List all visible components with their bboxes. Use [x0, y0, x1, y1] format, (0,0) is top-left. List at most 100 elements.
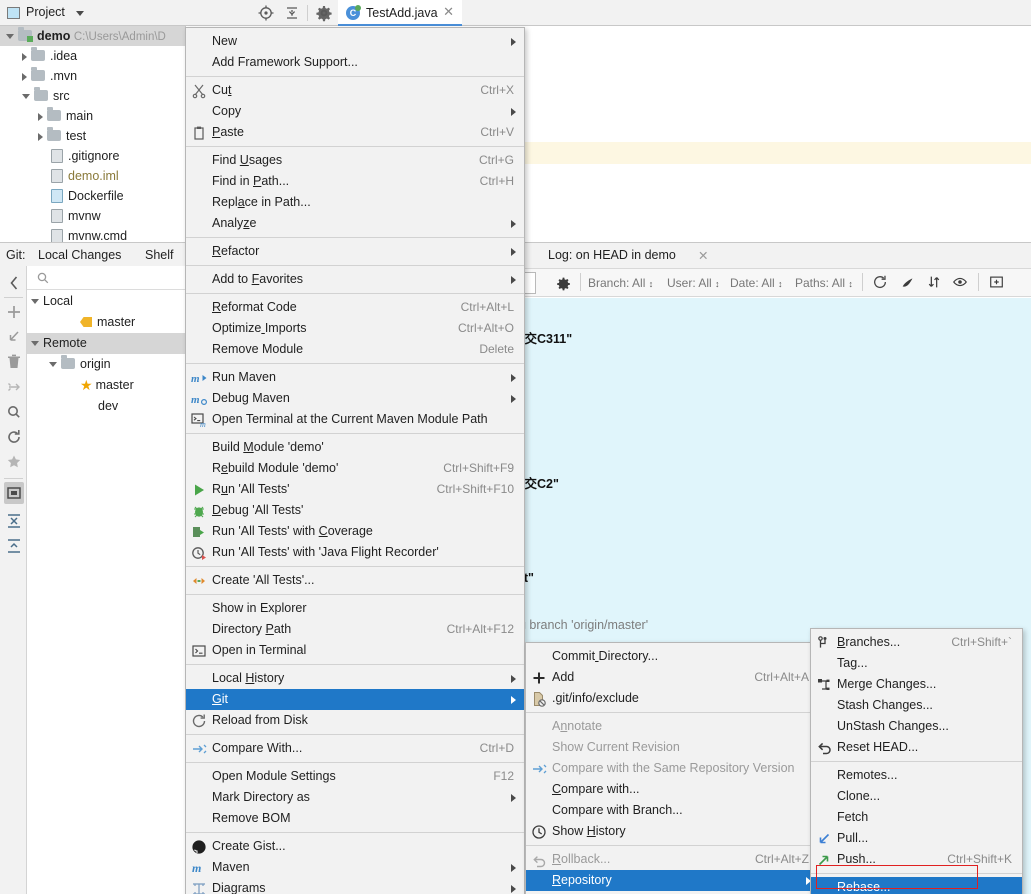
log-commit-row[interactable]: ng branch 'origin/master' — [512, 618, 648, 632]
tree-node[interactable]: test — [0, 126, 185, 146]
menu-item-reset-head[interactable]: Reset HEAD... — [811, 737, 1022, 758]
tree-node[interactable]: main — [0, 106, 185, 126]
back-icon[interactable] — [4, 272, 24, 294]
gear-icon[interactable] — [315, 4, 333, 22]
menu-item-cut[interactable]: Cut Ctrl+X — [186, 80, 524, 101]
twisty-closed-icon[interactable] — [22, 72, 27, 81]
collapse-all-icon[interactable] — [283, 4, 301, 22]
menu-item-branches[interactable]: Branches... Ctrl+Shift+` — [811, 632, 1022, 653]
branch-search-input[interactable] — [27, 266, 186, 290]
menu-item-git-info-exclude[interactable]: .git/info/exclude — [526, 688, 819, 709]
branch-node[interactable]: Remote — [27, 333, 186, 354]
menu-item-diagrams[interactable]: Diagrams — [186, 878, 524, 894]
tree-node[interactable]: Dockerfile — [0, 186, 185, 206]
menu-item-refactor[interactable]: Refactor — [186, 241, 524, 262]
menu-item-local-history[interactable]: Local History — [186, 668, 524, 689]
menu-item-debug-all-tests[interactable]: Debug 'All Tests' — [186, 500, 524, 521]
menu-item-fetch[interactable]: Fetch — [811, 807, 1022, 828]
menu-item-show-history[interactable]: Show History — [526, 821, 819, 842]
menu-item-find-usages[interactable]: Find Usages Ctrl+G — [186, 150, 524, 171]
tree-node[interactable]: src — [0, 86, 185, 106]
menu-item-open-in-terminal[interactable]: Open in Terminal — [186, 640, 524, 661]
delete-icon[interactable] — [4, 351, 24, 373]
new-tab-icon[interactable] — [988, 274, 1005, 293]
menu-item-run-all-tests-with-java-flight-rec[interactable]: Run 'All Tests' with 'Java Flight Record… — [186, 542, 524, 563]
menu-item-push[interactable]: Push... Ctrl+Shift+K — [811, 849, 1022, 870]
twisty-open-icon[interactable] — [31, 299, 39, 305]
menu-item-run-all-tests-with-coverage[interactable]: Run 'All Tests' with Coverage — [186, 521, 524, 542]
twisty-closed-icon[interactable] — [38, 132, 43, 141]
twisty-closed-icon[interactable] — [38, 112, 43, 121]
menu-item-new[interactable]: New — [186, 31, 524, 52]
menu-item-copy[interactable]: Copy — [186, 101, 524, 122]
project-tree[interactable]: demo C:\Users\Admin\D .idea .mvn src main tes… — [0, 26, 186, 243]
branch-node[interactable]: origin — [27, 354, 186, 375]
tree-node[interactable]: demo.iml — [0, 166, 185, 186]
filter-branch[interactable]: Branch: All ↕ — [588, 276, 653, 290]
menu-item-merge-changes[interactable]: Merge Changes... — [811, 674, 1022, 695]
eye-icon[interactable] — [952, 274, 968, 293]
menu-item-unstash-changes[interactable]: UnStash Changes... — [811, 716, 1022, 737]
branch-node[interactable]: dev — [27, 396, 186, 417]
menu-item-remotes[interactable]: Remotes... — [811, 765, 1022, 786]
tree-node[interactable]: demo C:\Users\Admin\D — [0, 26, 185, 46]
branch-node[interactable]: master — [27, 312, 186, 333]
locate-icon[interactable] — [257, 4, 275, 22]
project-tool-window-label[interactable]: Project — [26, 5, 65, 19]
menu-item-build-module-demo[interactable]: Build Module 'demo' — [186, 437, 524, 458]
menu-item-compare-with[interactable]: Compare With... Ctrl+D — [186, 738, 524, 759]
menu-item-optimize-imports[interactable]: Optimize Imports Ctrl+Alt+O — [186, 318, 524, 339]
branches-icon[interactable] — [4, 482, 24, 504]
menu-item-reload-from-disk[interactable]: Reload from Disk — [186, 710, 524, 731]
log-tab-label[interactable]: Log: on HEAD in demo — [548, 248, 676, 262]
menu-item-open-terminal-at-the-current-maven[interactable]: m Open Terminal at the Current Maven Modu… — [186, 409, 524, 430]
close-icon[interactable]: ✕ — [698, 248, 708, 263]
menu-item-open-module-settings[interactable]: Open Module Settings F12 — [186, 766, 524, 787]
search-icon[interactable] — [4, 401, 24, 423]
menu-item-directory-path[interactable]: Directory Path Ctrl+Alt+F12 — [186, 619, 524, 640]
gear-icon[interactable] — [556, 276, 571, 294]
filter-paths[interactable]: Paths: All ↕ — [795, 276, 853, 290]
expand-all-icon[interactable] — [4, 510, 24, 532]
git-tab-shelf[interactable]: Shelf — [145, 243, 174, 267]
menu-item-add[interactable]: Add Ctrl+Alt+A — [526, 667, 819, 688]
twisty-open-icon[interactable] — [6, 34, 14, 40]
editor-tab-testadd[interactable]: C TestAdd.java ✕ — [338, 0, 462, 26]
highlight-icon[interactable] — [900, 274, 916, 293]
filter-user[interactable]: User: All ↕ — [667, 276, 720, 290]
menu-item-git[interactable]: Git — [186, 689, 524, 710]
filter-date[interactable]: Date: All ↕ — [730, 276, 783, 290]
menu-item-maven[interactable]: m Maven — [186, 857, 524, 878]
twisty-closed-icon[interactable] — [22, 52, 27, 61]
menu-item-debug-maven[interactable]: m Debug Maven — [186, 388, 524, 409]
menu-item-rebuild-module-demo[interactable]: Rebuild Module 'demo' Ctrl+Shift+F9 — [186, 458, 524, 479]
project-context-menu[interactable]: New Add Framework Support... Cut Ctrl+X Copy… — [185, 27, 525, 894]
menu-item-commit-directory[interactable]: Commit Directory... — [526, 646, 819, 667]
twisty-open-icon[interactable] — [49, 362, 57, 368]
import-icon[interactable] — [4, 326, 24, 348]
menu-item-create-gist[interactable]: Create Gist... — [186, 836, 524, 857]
menu-item-run-all-tests[interactable]: Run 'All Tests' Ctrl+Shift+F10 — [186, 479, 524, 500]
git-branches-panel[interactable]: Local master Remote origin ★ master dev — [27, 266, 186, 894]
menu-item-paste[interactable]: Paste Ctrl+V — [186, 122, 524, 143]
sort-icon[interactable] — [926, 274, 942, 293]
git-submenu[interactable]: Commit Directory... Add Ctrl+Alt+A .git/inf… — [525, 642, 820, 894]
tree-node[interactable]: .gitignore — [0, 146, 185, 166]
menu-item-show-current-revision[interactable]: Show Current Revision — [526, 737, 819, 758]
close-icon[interactable]: ✕ — [443, 5, 455, 19]
refresh-icon[interactable] — [872, 274, 888, 293]
repository-submenu[interactable]: Branches... Ctrl+Shift+` Tag... Merge Chang… — [810, 628, 1023, 894]
twisty-open-icon[interactable] — [22, 94, 30, 100]
menu-item-find-in-path[interactable]: Find in Path... Ctrl+H — [186, 171, 524, 192]
menu-item-remove-module[interactable]: Remove Module Delete — [186, 339, 524, 360]
twisty-open-icon[interactable] — [31, 341, 39, 347]
menu-item-run-maven[interactable]: m Run Maven — [186, 367, 524, 388]
refresh-icon[interactable] — [4, 426, 24, 448]
git-tab-local-changes[interactable]: Local Changes — [38, 243, 121, 267]
menu-item-compare-with-the-same-repository-v[interactable]: Compare with the Same Repository Version — [526, 758, 819, 779]
menu-item-analyze[interactable]: Analyze — [186, 213, 524, 234]
menu-item-tag[interactable]: Tag... — [811, 653, 1022, 674]
menu-item-mark-directory-as[interactable]: Mark Directory as — [186, 787, 524, 808]
branch-node[interactable]: Local — [27, 291, 186, 312]
menu-item-remove-bom[interactable]: Remove BOM — [186, 808, 524, 829]
